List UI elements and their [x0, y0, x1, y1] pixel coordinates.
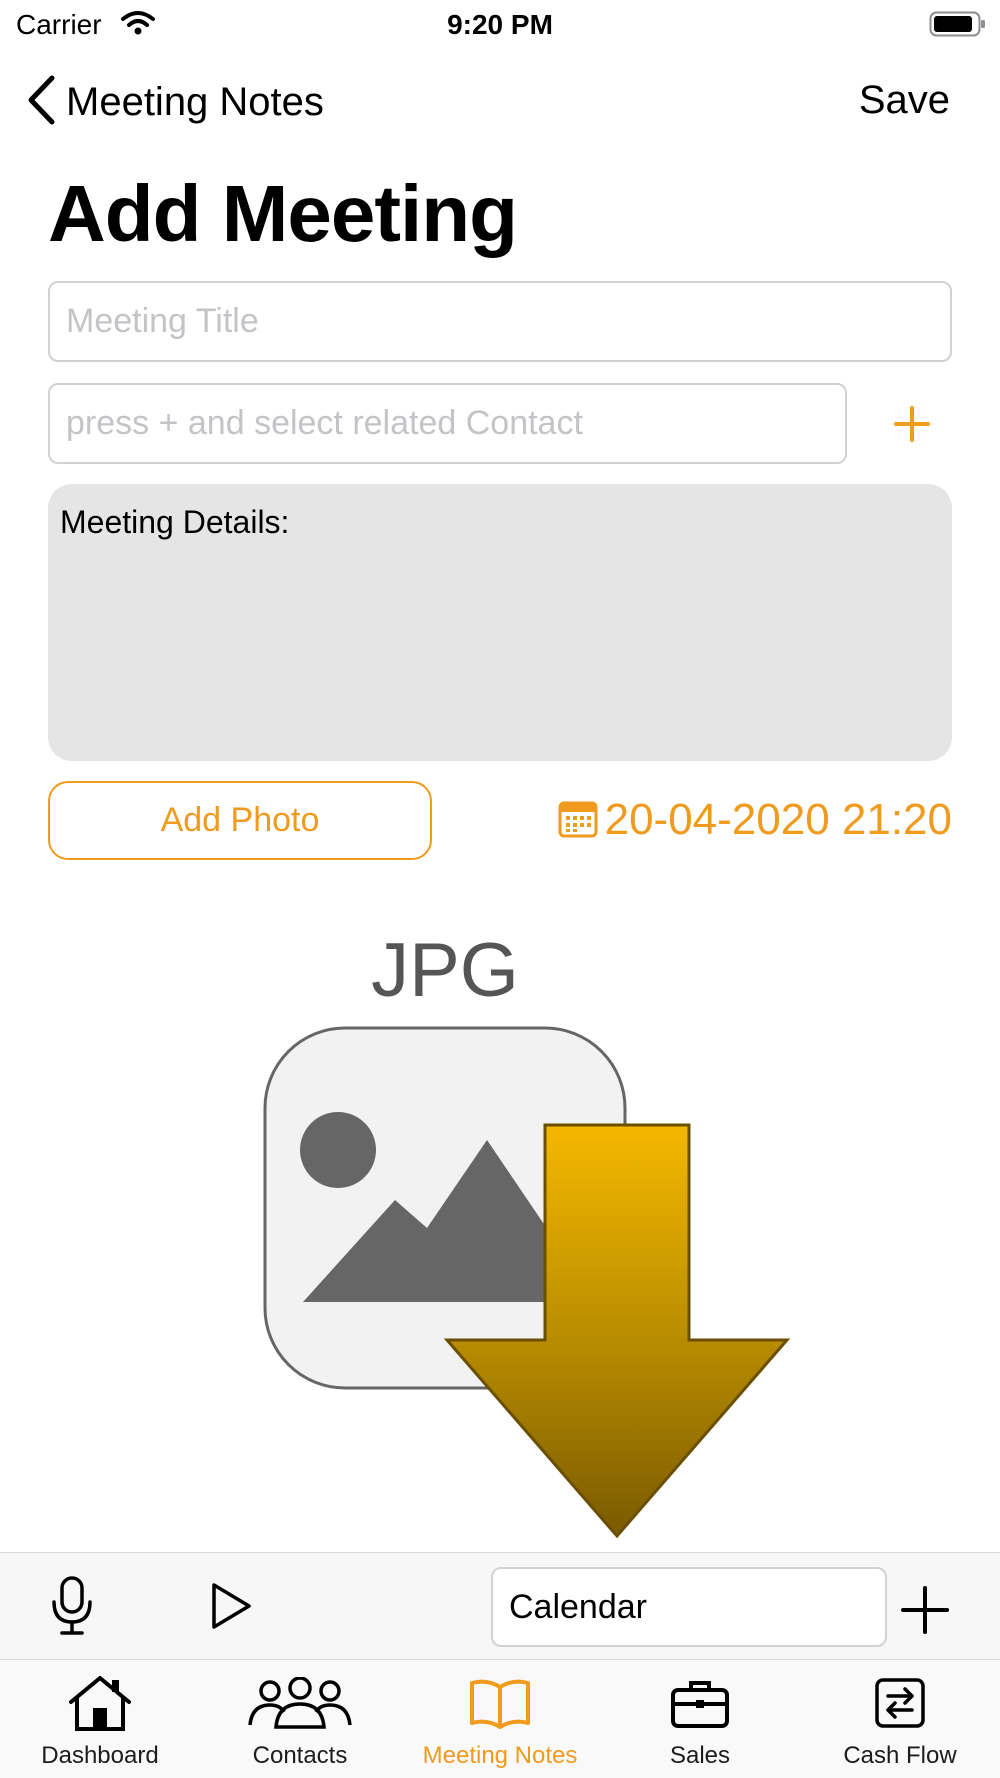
- tab-sales[interactable]: Sales: [600, 1660, 800, 1778]
- plus-icon: [884, 406, 940, 456]
- status-time: 9:20 PM: [447, 9, 553, 40]
- tab-meeting-notes[interactable]: Meeting Notes: [400, 1660, 600, 1778]
- back-button[interactable]: Meeting Notes: [26, 74, 324, 130]
- play-icon: [209, 1583, 253, 1635]
- play-button[interactable]: [209, 1581, 253, 1636]
- meeting-title-input[interactable]: [48, 281, 952, 362]
- exchange-icon: [874, 1672, 926, 1734]
- status-bar: Carrier 9:20 PM: [0, 0, 1000, 50]
- back-button-label: Meeting Notes: [66, 79, 324, 124]
- battery-icon: [929, 11, 987, 42]
- calendar-icon: [557, 797, 599, 844]
- calendar-input[interactable]: [491, 1567, 887, 1647]
- tab-cash-flow[interactable]: Cash Flow: [800, 1660, 1000, 1778]
- tab-bar: Dashboard Contacts Meeting Notes Sales C…: [0, 1660, 1000, 1778]
- house-icon: [67, 1672, 133, 1734]
- save-button[interactable]: Save: [859, 78, 950, 123]
- briefcase-icon: [670, 1672, 730, 1734]
- page-title: Add Meeting: [48, 169, 518, 258]
- add-button[interactable]: [900, 1585, 950, 1640]
- input-toolbar: [0, 1552, 1000, 1660]
- tab-contacts[interactable]: Contacts: [200, 1660, 400, 1778]
- tab-label: Sales: [669, 1742, 731, 1769]
- tab-label: Dashboard: [41, 1742, 159, 1769]
- jpg-label: JPG: [371, 928, 519, 1013]
- tab-label: Contacts: [252, 1742, 348, 1769]
- meeting-date-button[interactable]: 20-04-2020 21:20: [557, 795, 952, 844]
- add-photo-button[interactable]: Add Photo: [48, 781, 432, 860]
- tab-label: Meeting Notes: [422, 1742, 578, 1769]
- contact-input[interactable]: [48, 383, 847, 464]
- microphone-icon: [50, 1576, 94, 1641]
- book-icon: [469, 1672, 531, 1734]
- meeting-details-label: Meeting Details:: [60, 504, 290, 540]
- plus-icon: [900, 1586, 950, 1639]
- tab-label: Cash Flow: [843, 1742, 957, 1769]
- add-contact-button[interactable]: [884, 396, 940, 452]
- meeting-date-label: 20-04-2020 21:20: [604, 795, 952, 844]
- chevron-left-icon: [26, 74, 56, 131]
- record-button[interactable]: [50, 1575, 94, 1642]
- tab-dashboard[interactable]: Dashboard: [0, 1660, 200, 1778]
- photo-placeholder: JPG: [255, 920, 795, 1545]
- meeting-details-textarea[interactable]: Meeting Details:: [48, 484, 952, 761]
- people-icon: [248, 1672, 352, 1734]
